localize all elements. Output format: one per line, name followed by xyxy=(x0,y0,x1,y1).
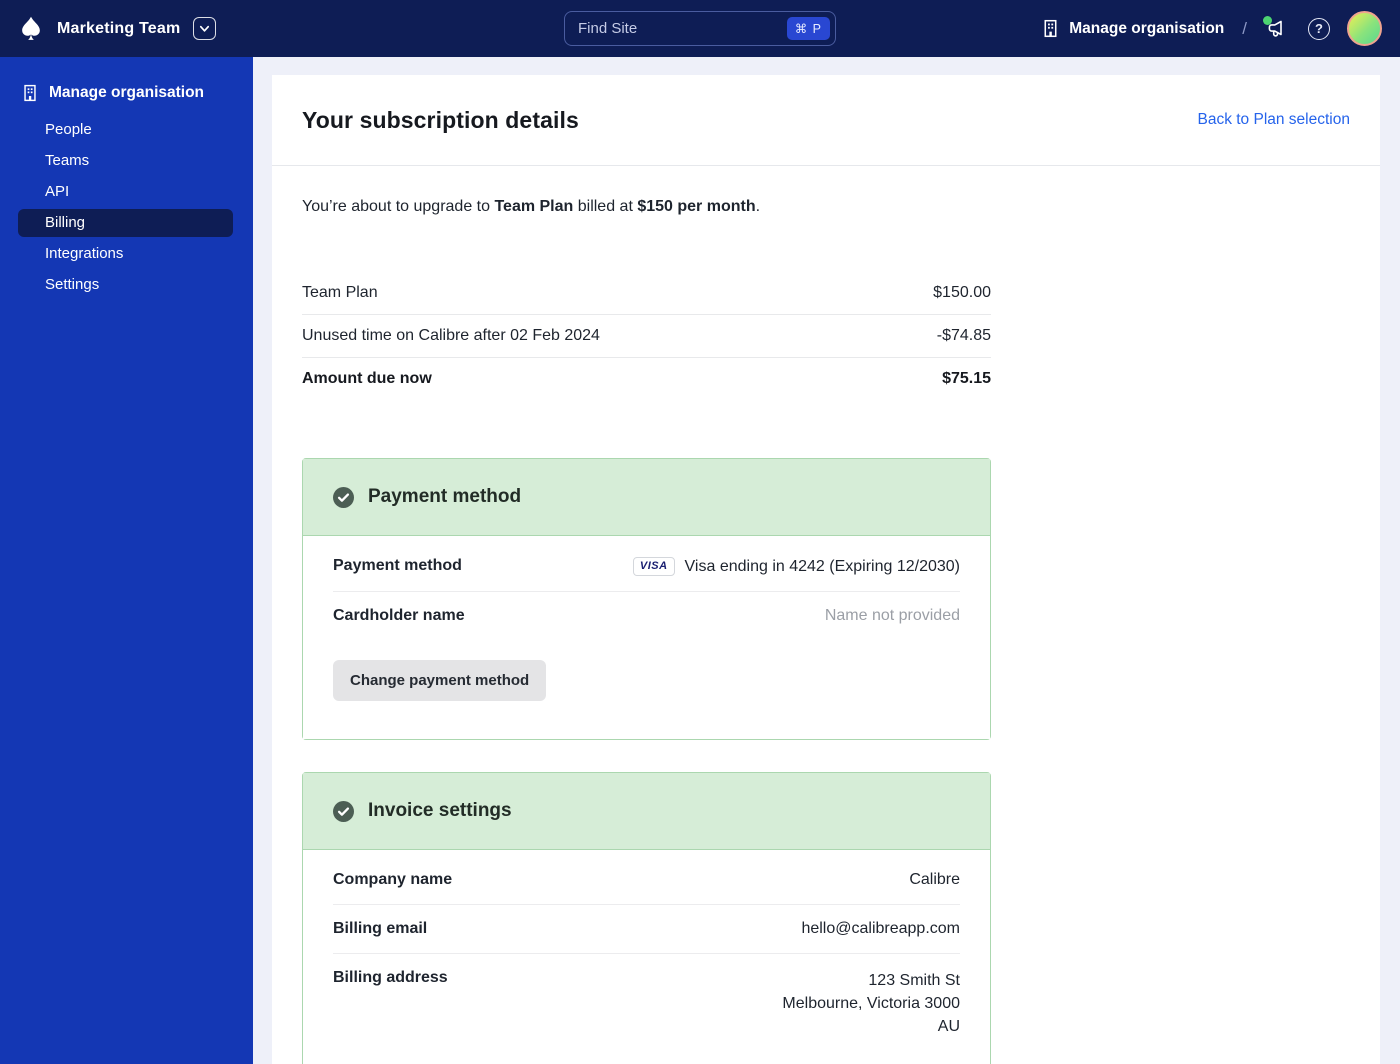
summary-label: Amount due now xyxy=(302,370,432,387)
find-site-search[interactable]: Find Site ⌘ P xyxy=(564,11,836,46)
address-line-2: Melbourne, Victoria 3000 xyxy=(782,995,960,1012)
payment-method-card-title: Payment method xyxy=(368,486,522,507)
check-circle-icon xyxy=(333,800,354,822)
page-title: Your subscription details xyxy=(302,106,579,133)
intro-suffix: . xyxy=(755,198,761,215)
sidebar-item-teams[interactable]: Teams xyxy=(18,147,233,175)
manage-organisation-link[interactable]: Manage organisation xyxy=(1041,19,1224,38)
payment-method-card-header: Payment method xyxy=(303,459,990,536)
row-value: Calibre xyxy=(909,871,960,888)
team-dropdown-button[interactable] xyxy=(193,17,217,40)
calibre-logo-icon xyxy=(18,15,44,43)
summary-label: Team Plan xyxy=(302,284,378,301)
card-details-text: Visa ending in 4242 (Expiring 12/2030) xyxy=(684,557,960,575)
summary-amount: -$74.85 xyxy=(936,327,991,344)
invoice-settings-card-body: Company name Calibre Billing email hello… xyxy=(303,850,990,1064)
row-label: Payment method xyxy=(333,557,462,574)
row-value: hello@calibreapp.com xyxy=(801,920,960,937)
user-avatar[interactable] xyxy=(1347,11,1382,46)
change-payment-method-button[interactable]: Change payment method xyxy=(333,660,547,701)
chevron-down-icon xyxy=(200,25,210,32)
summary-amount: $75.15 xyxy=(942,370,991,387)
row-label: Cardholder name xyxy=(333,607,465,624)
topbar-actions: Manage organisation / ? xyxy=(1041,11,1382,46)
intro-middle: billed at xyxy=(573,198,638,215)
intro-plan-name: Team Plan xyxy=(494,198,574,215)
manage-organisation-label: Manage organisation xyxy=(1069,19,1225,37)
visa-card-icon: VISA xyxy=(632,557,675,576)
separator: / xyxy=(1242,18,1247,38)
company-name-row: Company name Calibre xyxy=(333,856,960,904)
back-to-plan-selection-link[interactable]: Back to Plan selection xyxy=(1197,111,1350,129)
notification-dot xyxy=(1263,15,1272,25)
help-glyph: ? xyxy=(1315,21,1323,36)
sidebar-item-api[interactable]: API xyxy=(18,178,233,206)
row-value: 123 Smith St Melbourne, Victoria 3000 AU xyxy=(782,969,960,1038)
billing-address-row: Billing address 123 Smith St Melbourne, … xyxy=(333,953,960,1053)
search-shortcut-badge: ⌘ P xyxy=(786,17,830,40)
announcements-button[interactable] xyxy=(1263,15,1291,41)
upgrade-intro-text: You’re about to upgrade to Team Plan bil… xyxy=(302,198,1350,216)
sidebar-item-billing[interactable]: Billing xyxy=(18,209,233,237)
topbar: Marketing Team Find Site ⌘ P Manage orga… xyxy=(0,0,1400,57)
help-button[interactable]: ? xyxy=(1308,17,1330,40)
intro-price: $150 per month xyxy=(637,198,756,215)
address-line-1: 123 Smith St xyxy=(868,972,960,989)
sidebar: Manage organisation People Teams API Bil… xyxy=(0,57,253,1064)
row-label: Billing email xyxy=(333,920,428,937)
check-circle-icon xyxy=(333,486,354,508)
summary-row-amount-due: Amount due now $75.15 xyxy=(302,357,991,400)
billing-summary-table: Team Plan $150.00 Unused time on Calibre… xyxy=(302,272,991,400)
team-switcher[interactable]: Marketing Team xyxy=(18,15,348,43)
sidebar-item-settings[interactable]: Settings xyxy=(18,271,233,299)
billing-email-row: Billing email hello@calibreapp.com xyxy=(333,904,960,953)
subscription-panel: Your subscription details Back to Plan s… xyxy=(272,75,1380,1064)
row-label: Billing address xyxy=(333,969,448,986)
team-name: Marketing Team xyxy=(57,19,181,37)
row-value: Name not provided xyxy=(824,607,960,624)
panel-body: You’re about to upgrade to Team Plan bil… xyxy=(272,198,1380,1064)
sidebar-item-integrations[interactable]: Integrations xyxy=(18,240,233,268)
summary-row-unused-time: Unused time on Calibre after 02 Feb 2024… xyxy=(302,314,991,357)
cardholder-name-row: Cardholder name Name not provided xyxy=(333,591,960,640)
building-icon xyxy=(24,84,36,102)
payment-method-card: Payment method Payment method VISA Visa … xyxy=(302,458,991,740)
summary-row-plan: Team Plan $150.00 xyxy=(302,272,991,314)
sidebar-header-label: Manage organisation xyxy=(49,84,205,101)
invoice-settings-card-header: Invoice settings xyxy=(303,773,990,850)
summary-amount: $150.00 xyxy=(933,284,991,301)
panel-header: Your subscription details Back to Plan s… xyxy=(272,75,1380,166)
main-area: Your subscription details Back to Plan s… xyxy=(253,57,1400,1064)
search-placeholder: Find Site xyxy=(578,20,638,37)
row-label: Company name xyxy=(333,871,453,888)
sidebar-header-manage-organisation[interactable]: Manage organisation xyxy=(0,78,253,108)
row-value: VISA Visa ending in 4242 (Expiring 12/20… xyxy=(632,557,960,576)
address-line-3: AU xyxy=(937,1018,960,1035)
invoice-settings-card-title: Invoice settings xyxy=(368,800,512,821)
summary-label: Unused time on Calibre after 02 Feb 2024 xyxy=(302,327,600,344)
building-icon xyxy=(1044,19,1057,38)
invoice-settings-card: Invoice settings Company name Calibre Bi… xyxy=(302,772,991,1064)
payment-method-card-body: Payment method VISA Visa ending in 4242 … xyxy=(303,536,990,739)
sidebar-item-people[interactable]: People xyxy=(18,116,233,144)
intro-prefix: You’re about to upgrade to xyxy=(302,198,495,215)
payment-method-row: Payment method VISA Visa ending in 4242 … xyxy=(333,542,960,591)
sidebar-items: People Teams API Billing Integrations Se… xyxy=(0,116,253,299)
